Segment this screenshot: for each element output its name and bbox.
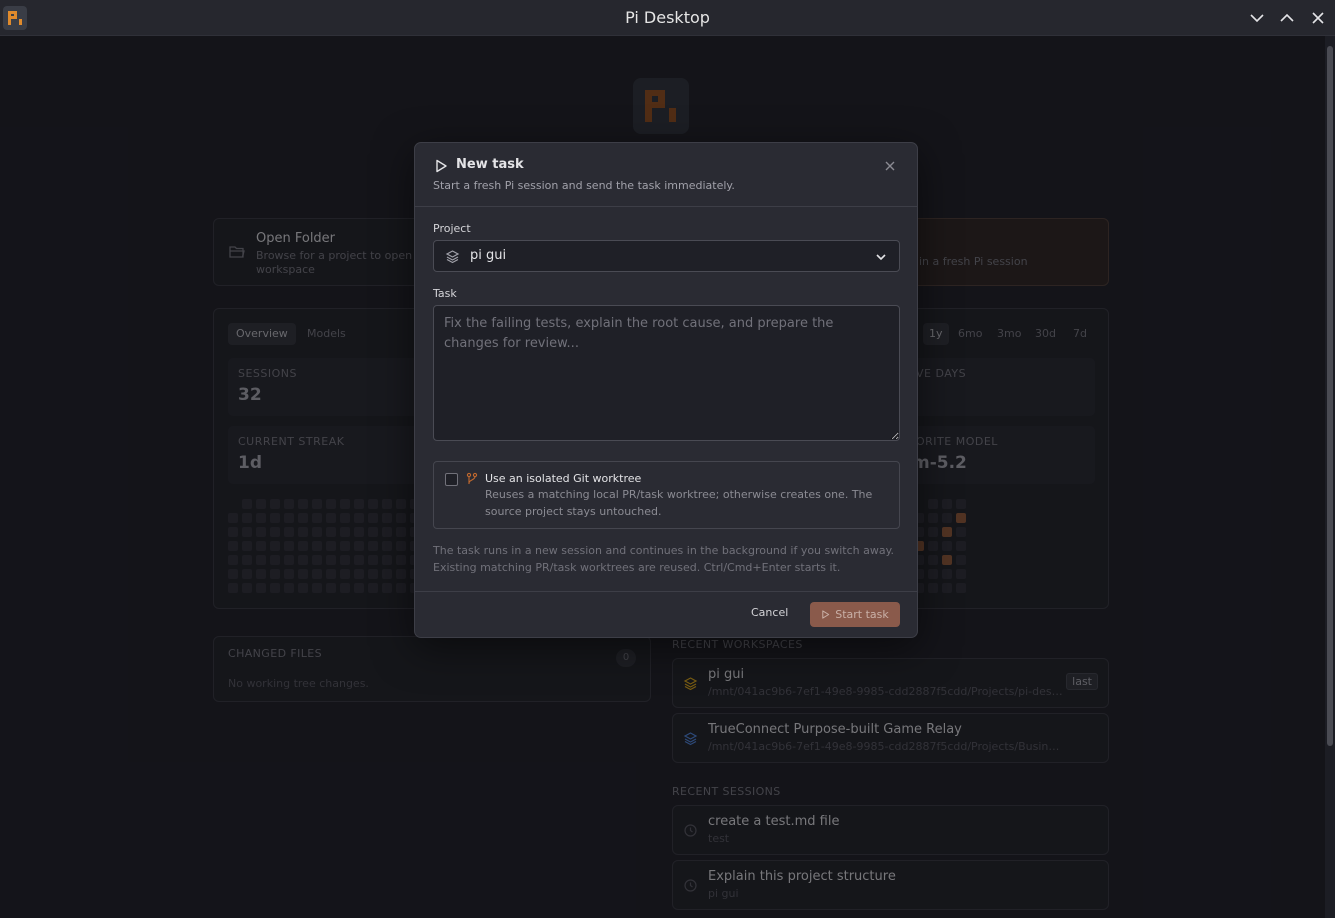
play-icon	[436, 159, 447, 173]
dialog-header: New task Start a fresh Pi session and se…	[415, 143, 917, 207]
chevron-down-icon	[876, 254, 886, 261]
close-window-icon[interactable]	[1308, 8, 1328, 28]
project-select[interactable]: pi gui	[433, 240, 900, 272]
dialog-hint: The task runs in a new session and conti…	[433, 544, 895, 574]
title-bar: Pi Desktop	[0, 0, 1335, 36]
play-icon	[822, 610, 830, 619]
project-select-value: pi gui	[470, 248, 507, 263]
git-branch-icon	[466, 472, 478, 484]
dialog-title: New task	[456, 157, 524, 172]
cancel-button[interactable]: Cancel	[751, 606, 788, 619]
window-title: Pi Desktop	[625, 8, 710, 27]
worktree-option[interactable]: Use an isolated Git worktree Reuses a ma…	[433, 461, 900, 529]
worktree-checkbox[interactable]	[445, 473, 458, 486]
close-icon[interactable]	[883, 159, 897, 173]
task-label: Task	[433, 287, 457, 300]
minimize-icon[interactable]	[1247, 8, 1267, 28]
start-task-button[interactable]: Start task	[810, 602, 900, 627]
worktree-title: Use an isolated Git worktree	[485, 472, 642, 485]
dialog-footer: Cancel Start task	[415, 591, 917, 637]
scrollbar-thumb[interactable]	[1327, 46, 1333, 746]
project-label: Project	[433, 222, 471, 235]
task-input[interactable]	[433, 305, 900, 441]
new-task-dialog: New task Start a fresh Pi session and se…	[414, 142, 918, 638]
worktree-desc: Reuses a matching local PR/task worktree…	[485, 488, 873, 518]
start-task-label: Start task	[835, 608, 889, 621]
maximize-icon[interactable]	[1277, 8, 1297, 28]
dialog-subtitle: Start a fresh Pi session and send the ta…	[433, 179, 735, 192]
layers-icon	[445, 250, 460, 264]
